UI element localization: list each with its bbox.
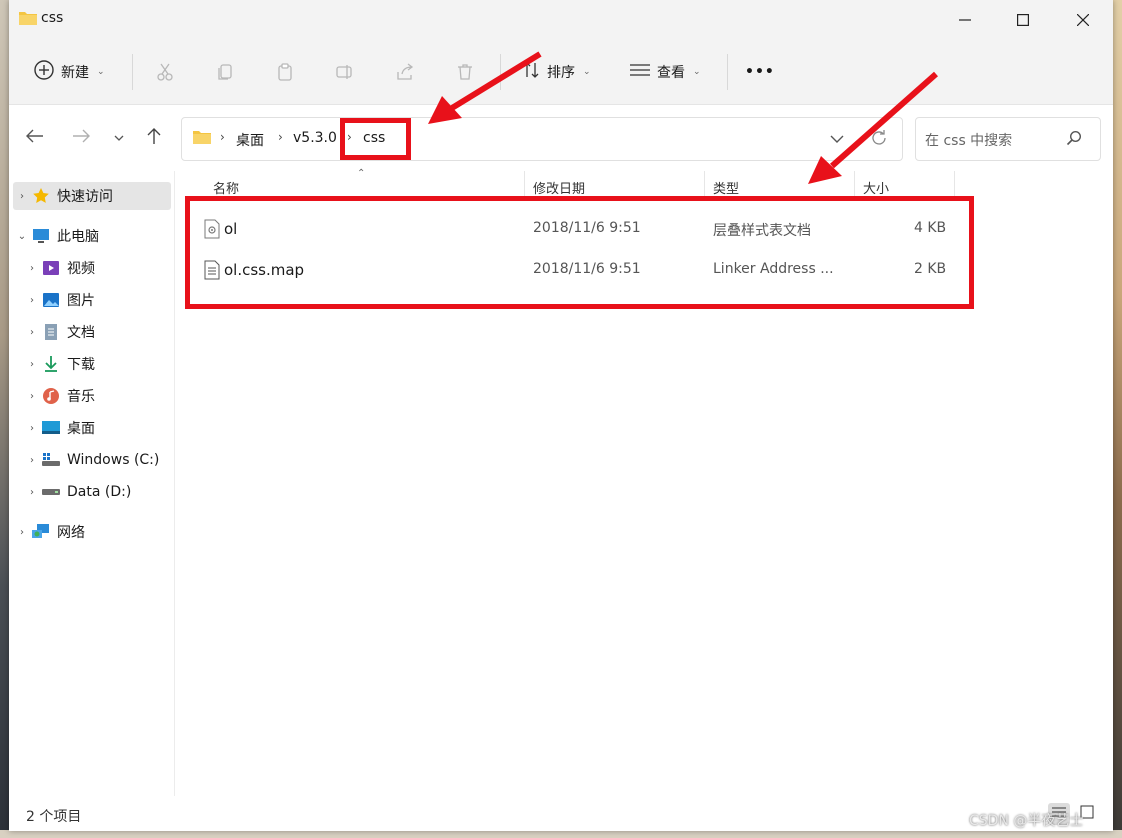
watermark: CSDN @半夜艺士	[969, 813, 1084, 829]
arrow-head-1	[428, 96, 462, 124]
annotation-arrows	[428, 51, 938, 184]
